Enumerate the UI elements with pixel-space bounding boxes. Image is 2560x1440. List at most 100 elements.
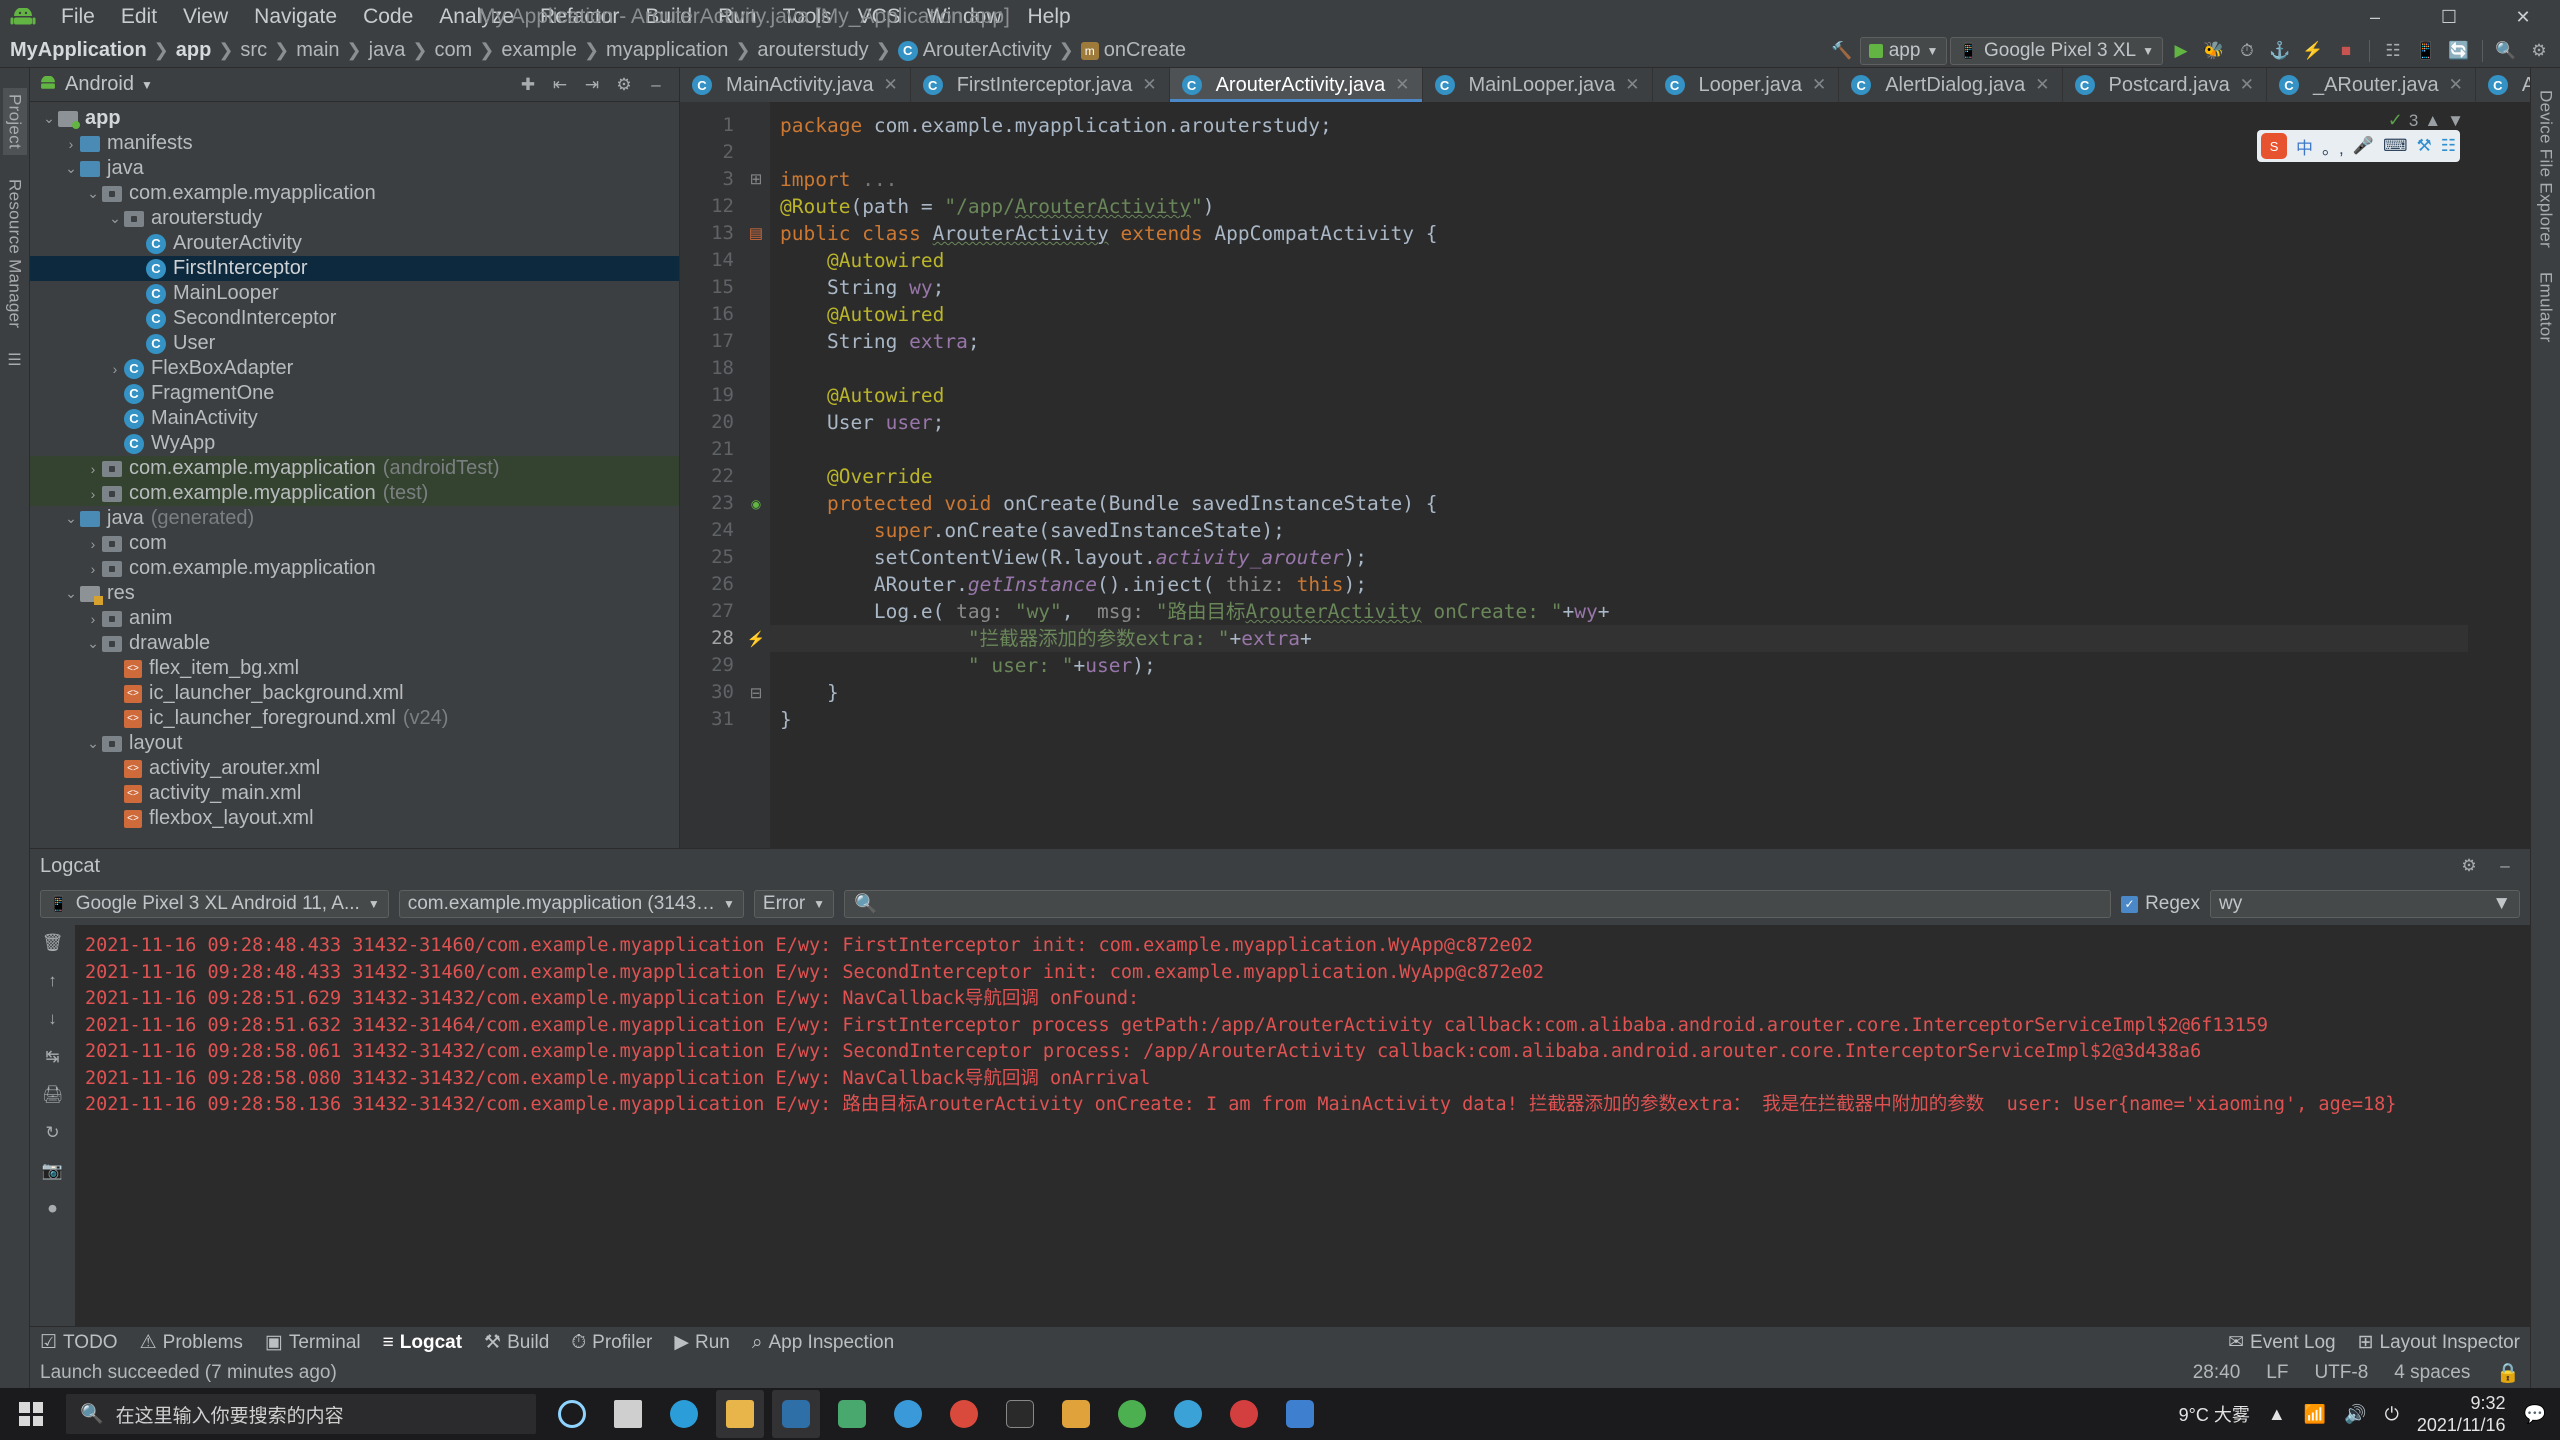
close-tab-icon[interactable]: ✕ bbox=[1395, 75, 1409, 95]
chevron-down-icon[interactable]: ⌄ bbox=[62, 510, 80, 527]
hammer-icon[interactable]: 🔨 bbox=[1827, 37, 1857, 65]
breadcrumb-item-main[interactable]: main bbox=[296, 39, 339, 62]
code-line[interactable] bbox=[770, 355, 2468, 382]
file-encoding[interactable]: UTF-8 bbox=[2314, 1362, 2368, 1384]
gutter-marker[interactable] bbox=[742, 599, 770, 626]
file-explorer-icon[interactable] bbox=[716, 1390, 764, 1438]
tree-node[interactable]: <>ic_launcher_foreground.xml(v24) bbox=[30, 706, 679, 731]
close-tab-icon[interactable]: ✕ bbox=[2035, 75, 2049, 95]
logcat-entry[interactable]: 2021-11-16 09:28:51.632 31432-31464/com.… bbox=[85, 1013, 2520, 1040]
code-line[interactable]: @Autowired bbox=[770, 301, 2468, 328]
debug-icon[interactable]: 🐝 bbox=[2199, 37, 2229, 65]
mic-icon[interactable]: 🎤 bbox=[2353, 136, 2374, 156]
chevron-right-icon[interactable]: › bbox=[84, 561, 102, 577]
tree-node[interactable]: ›com.example.myapplication bbox=[30, 556, 679, 581]
taskbar-clock[interactable]: 9:32 2021/11/16 bbox=[2417, 1392, 2506, 1436]
close-tab-icon[interactable]: ✕ bbox=[2449, 75, 2463, 95]
tool-window-build[interactable]: ⚒Build bbox=[484, 1331, 549, 1354]
code-line[interactable] bbox=[770, 436, 2468, 463]
sidebar-item-emulator[interactable]: Emulator bbox=[2536, 272, 2556, 342]
chevron-down-icon[interactable]: ⌄ bbox=[62, 160, 80, 177]
weather-widget[interactable]: 9°C 大雾 bbox=[2179, 1401, 2250, 1427]
settings-icon[interactable]: ⚙ bbox=[2524, 37, 2554, 65]
code-line[interactable]: @Route(path = "/app/ArouterActivity") bbox=[770, 193, 2468, 220]
gutter-marker[interactable] bbox=[742, 247, 770, 274]
keyboard-icon[interactable]: ⌨ bbox=[2383, 136, 2408, 156]
sidebar-item-project[interactable]: Project bbox=[3, 88, 27, 155]
editor-tab[interactable]: CArouterActivity.java✕ bbox=[1170, 68, 1423, 102]
gutter-markers[interactable]: ⊞ ▤ ◉ ⚡ ⊟ bbox=[742, 102, 770, 848]
breadcrumb-item-com[interactable]: com bbox=[434, 39, 472, 62]
chevron-down-icon[interactable]: ⌄ bbox=[84, 735, 102, 752]
store-icon[interactable] bbox=[828, 1390, 876, 1438]
menu-item-edit[interactable]: Edit bbox=[108, 3, 170, 31]
gutter-marker[interactable] bbox=[742, 436, 770, 463]
restart-icon[interactable]: ↻ bbox=[45, 1123, 59, 1143]
chevron-right-icon[interactable]: › bbox=[84, 486, 102, 502]
ime-punct-toggle[interactable]: 。, bbox=[2322, 134, 2344, 159]
collapse-all-icon[interactable]: ⇤ bbox=[545, 71, 575, 99]
toolbox-icon[interactable]: ⚒ bbox=[2417, 136, 2432, 156]
menu-item-file[interactable]: File bbox=[48, 3, 108, 31]
tree-node[interactable]: <>flexbox_layout.xml bbox=[30, 806, 679, 831]
code-line[interactable]: Log.e( tag: "wy", msg: "路由目标ArouterActiv… bbox=[770, 598, 2468, 625]
gutter-marker[interactable]: ⊞ bbox=[742, 166, 770, 193]
gutter-marker[interactable] bbox=[742, 653, 770, 680]
gutter-marker[interactable] bbox=[742, 463, 770, 490]
tree-node[interactable]: ⌄drawable bbox=[30, 631, 679, 656]
logcat-process-selector[interactable]: com.example.myapplication (3143… ▼ bbox=[399, 890, 744, 918]
layers-icon[interactable]: ☰ bbox=[7, 350, 21, 370]
tree-node[interactable]: ›manifests bbox=[30, 131, 679, 156]
chevron-right-icon[interactable]: › bbox=[84, 536, 102, 552]
android-studio-icon[interactable] bbox=[772, 1390, 820, 1438]
editor-icon[interactable] bbox=[1276, 1390, 1324, 1438]
soft-wrap-icon[interactable]: ↹ bbox=[45, 1047, 59, 1067]
attach-debugger-icon[interactable]: ⚓ bbox=[2265, 37, 2295, 65]
breadcrumb-item-src[interactable]: src bbox=[240, 39, 267, 62]
code-line[interactable]: String wy; bbox=[770, 274, 2468, 301]
print-icon[interactable]: 🖨 bbox=[42, 1085, 64, 1105]
scroll-up-icon[interactable]: ↑ bbox=[48, 971, 57, 991]
editor-tab[interactable]: CMainLooper.java✕ bbox=[1423, 68, 1653, 102]
tree-node[interactable]: ⌄app bbox=[30, 106, 679, 131]
close-tab-icon[interactable]: ✕ bbox=[1625, 75, 1639, 95]
indent-setting[interactable]: 4 spaces bbox=[2394, 1362, 2470, 1384]
tree-node[interactable]: CWyApp bbox=[30, 431, 679, 456]
code-view[interactable]: 1231213141516171819202122232425262728293… bbox=[680, 102, 2530, 848]
close-tab-icon[interactable]: ✕ bbox=[883, 75, 897, 95]
tree-node[interactable]: ⌄res bbox=[30, 581, 679, 606]
tool-window-profiler[interactable]: ⏱Profiler bbox=[571, 1332, 652, 1354]
breadcrumb-item-class[interactable]: ArouterActivity bbox=[923, 39, 1052, 62]
run-config-selector[interactable]: app ▼ bbox=[1860, 37, 1948, 65]
apply-changes-icon[interactable]: ⚡ bbox=[2298, 37, 2328, 65]
tool-window-app-inspection[interactable]: ⌕App Inspection bbox=[752, 1332, 894, 1354]
logcat-entry[interactable]: 2021-11-16 09:28:48.433 31432-31460/com.… bbox=[85, 960, 2520, 987]
breadcrumb-item-method[interactable]: onCreate bbox=[1104, 39, 1186, 62]
apps-icon[interactable]: ☷ bbox=[2441, 136, 2456, 156]
tree-node[interactable]: ›com.example.myapplication(androidTest) bbox=[30, 456, 679, 481]
hide-icon[interactable]: – bbox=[641, 71, 671, 99]
edge-icon[interactable] bbox=[660, 1390, 708, 1438]
clear-icon[interactable]: 🗑 bbox=[42, 933, 64, 953]
terminal-icon[interactable] bbox=[996, 1390, 1044, 1438]
gutter-marker[interactable]: ▤ bbox=[742, 220, 770, 247]
ime-toolbar[interactable]: S 中 。, 🎤 ⌨ ⚒ ☷ bbox=[2257, 130, 2460, 162]
breadcrumb-item-app[interactable]: app bbox=[176, 39, 212, 62]
gutter-marker[interactable] bbox=[742, 355, 770, 382]
chevron-up-icon[interactable]: ▲ bbox=[2424, 111, 2441, 131]
tree-node[interactable]: ⌄layout bbox=[30, 731, 679, 756]
code-line[interactable] bbox=[770, 139, 2468, 166]
record-icon[interactable]: ⏺ bbox=[48, 1199, 57, 1219]
code-line[interactable]: super.onCreate(savedInstanceState); bbox=[770, 517, 2468, 544]
caret-position[interactable]: 28:40 bbox=[2193, 1362, 2241, 1384]
breadcrumb-item-java[interactable]: java bbox=[369, 39, 406, 62]
breadcrumb-item-arouterstudy[interactable]: arouterstudy bbox=[757, 39, 868, 62]
tool-window-run[interactable]: ▶Run bbox=[674, 1331, 729, 1354]
code-line[interactable]: setContentView(R.layout.activity_arouter… bbox=[770, 544, 2468, 571]
logcat-filter-selector[interactable]: wy ▼ bbox=[2210, 890, 2520, 918]
editor-tab[interactable]: CMainActivity.java✕ bbox=[680, 68, 911, 102]
gutter-marker[interactable]: ◉ bbox=[742, 490, 770, 518]
code-line[interactable]: } bbox=[770, 679, 2468, 706]
tree-node[interactable]: CUser bbox=[30, 331, 679, 356]
gutter-marker[interactable] bbox=[742, 112, 770, 139]
